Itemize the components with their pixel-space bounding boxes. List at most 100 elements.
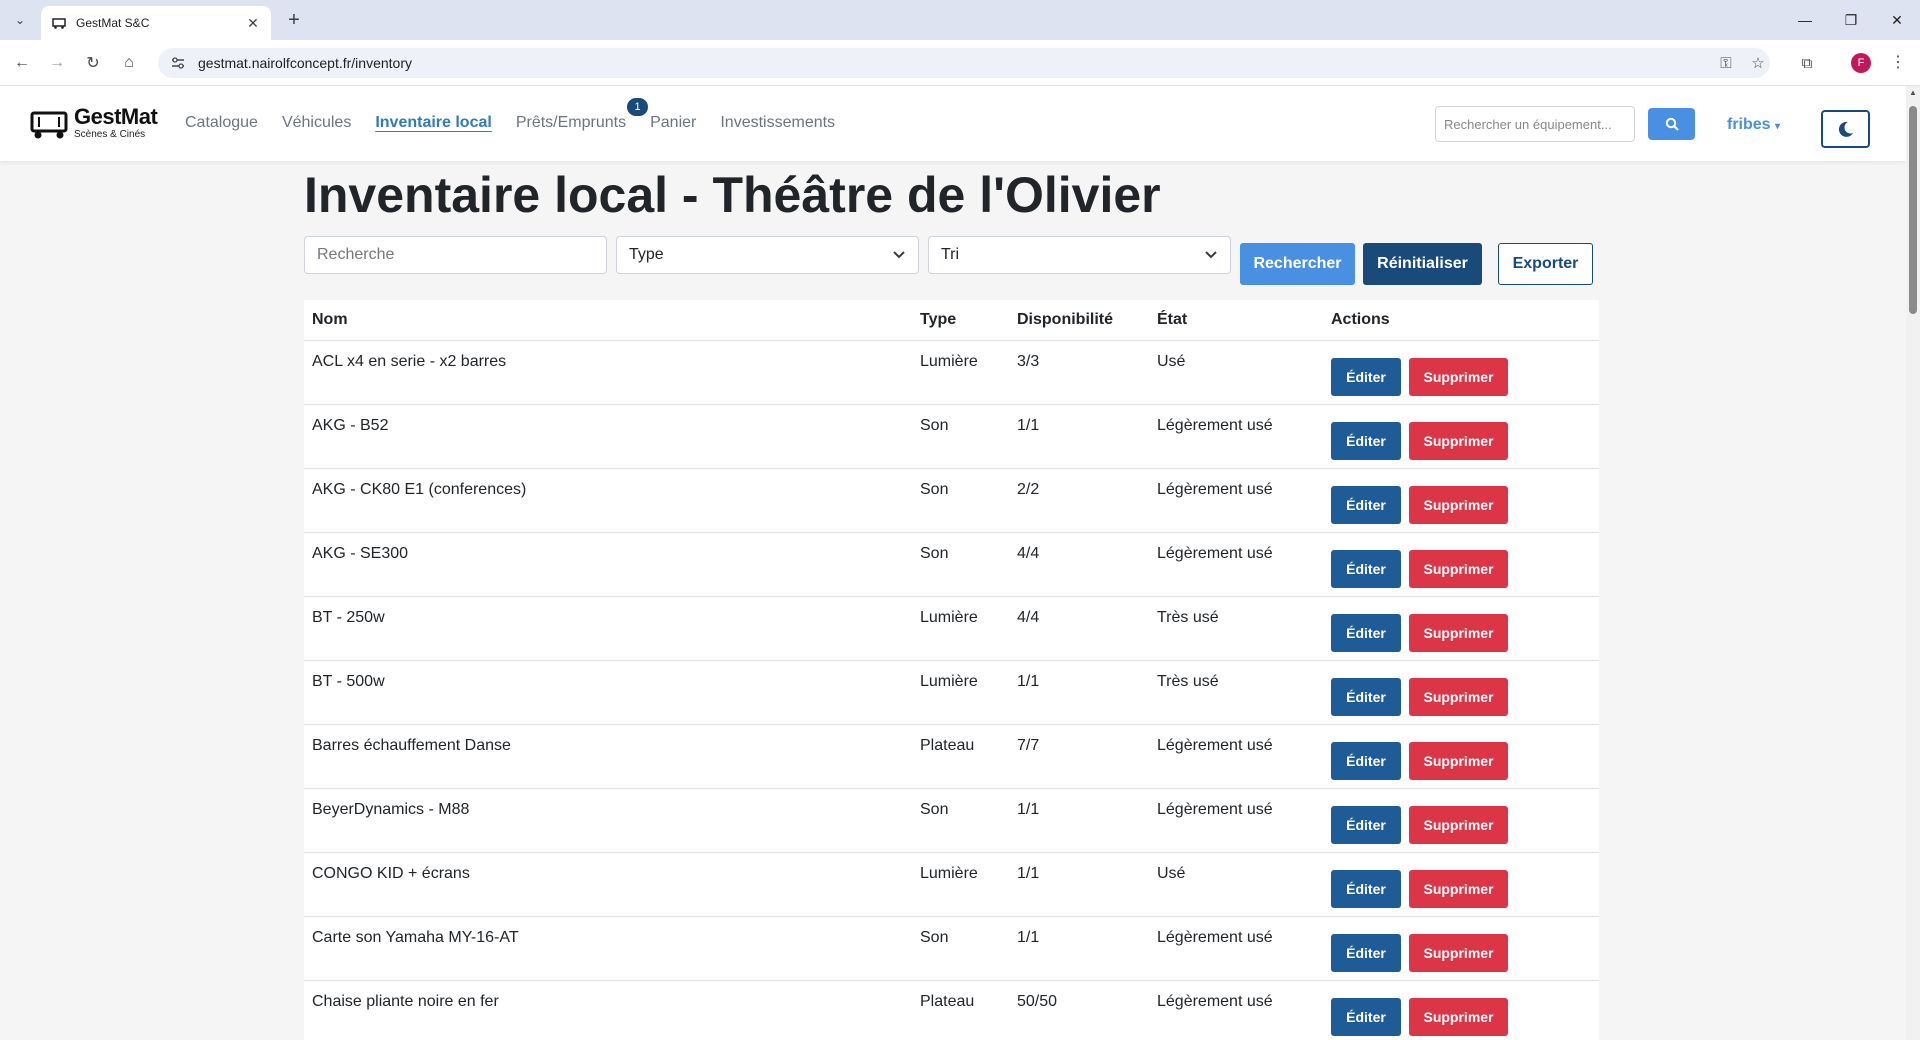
cell-nom: CONGO KID + écrans [312, 865, 470, 882]
new-tab-icon[interactable]: + [282, 8, 306, 32]
tab-search-icon[interactable]: ⌄ [8, 8, 32, 32]
delete-button[interactable]: Supprimer [1409, 550, 1508, 588]
user-menu[interactable]: fribes ▾ [1727, 116, 1780, 134]
delete-button[interactable]: Supprimer [1409, 678, 1508, 716]
reload-icon[interactable]: ↻ [80, 50, 106, 76]
delete-button[interactable]: Supprimer [1409, 422, 1508, 460]
forward-icon[interactable]: → [44, 50, 70, 76]
edit-button[interactable]: Éditer [1331, 678, 1401, 716]
extensions-icon[interactable]: ⧉ [1794, 50, 1820, 76]
cell-type: Plateau [920, 737, 975, 754]
restore-icon[interactable]: ❐ [1828, 0, 1874, 40]
cell-nom: BeyerDynamics - M88 [312, 801, 470, 818]
cell-actions: Éditer Supprimer [1331, 853, 1599, 916]
edit-button[interactable]: Éditer [1331, 870, 1401, 908]
reset-button[interactable]: Réinitialiser [1363, 243, 1482, 285]
cell-actions: Éditer Supprimer [1331, 661, 1599, 724]
delete-button[interactable]: Supprimer [1409, 806, 1508, 844]
cell-etat: Légèrement usé [1157, 929, 1273, 946]
cell-type: Plateau [920, 993, 975, 1010]
sort-select-value: Tri [941, 246, 960, 263]
edit-button[interactable]: Éditer [1331, 486, 1401, 524]
cell-etat: Usé [1157, 865, 1186, 882]
back-icon[interactable]: ← [9, 50, 35, 76]
tab-title: GestMat S&C [76, 16, 150, 30]
header-etat: État [1157, 311, 1188, 328]
cell-disponibilite: 7/7 [1017, 737, 1040, 754]
minimize-icon[interactable]: — [1782, 0, 1828, 40]
edit-button[interactable]: Éditer [1331, 358, 1401, 396]
theme-toggle-button[interactable] [1821, 110, 1870, 148]
equipment-search-input[interactable]: Rechercher un équipement... [1435, 106, 1635, 142]
nav-vehicules[interactable]: Véhicules [282, 114, 351, 132]
profile-avatar[interactable]: F [1851, 53, 1871, 73]
cell-type: Son [920, 929, 949, 946]
edit-button[interactable]: Éditer [1331, 742, 1401, 780]
nav-investissements[interactable]: Investissements [720, 114, 835, 132]
tab-close-icon[interactable]: ✕ [245, 15, 261, 32]
window-close-icon[interactable]: ✕ [1874, 0, 1920, 40]
cell-actions: Éditer Supprimer [1331, 597, 1599, 660]
chevron-down-icon [893, 251, 905, 259]
cell-etat: Légèrement usé [1157, 993, 1273, 1010]
main-nav: Catalogue Véhicules Inventaire local Prê… [185, 98, 859, 132]
site-navbar: GestMat Scènes & Cinés Catalogue Véhicul… [0, 86, 1906, 161]
cell-disponibilite: 4/4 [1017, 545, 1040, 562]
delete-button[interactable]: Supprimer [1409, 358, 1508, 396]
nav-prets-emprunts[interactable]: Prêts/Emprunts 1 [516, 98, 649, 132]
inventory-table: Nom Type Disponibilité État Actions ACL … [304, 300, 1599, 1040]
browser-menu-icon[interactable]: ⋮ [1890, 52, 1906, 74]
cell-actions: Éditer Supprimer [1331, 469, 1599, 532]
address-bar[interactable]: gestmat.nairolfconcept.fr/inventory [158, 48, 1770, 78]
nav-inventaire-local[interactable]: Inventaire local [375, 114, 492, 132]
truck-logo-icon [30, 111, 68, 139]
delete-button[interactable]: Supprimer [1409, 614, 1508, 652]
search-icon [1665, 117, 1679, 131]
caret-down-icon: ▾ [1775, 121, 1781, 132]
site-logo[interactable]: GestMat Scènes & Cinés [30, 104, 158, 142]
table-row: AKG - SE300 Son 4/4 Légèrement usé Édite… [304, 533, 1599, 597]
nav-panier[interactable]: Panier [650, 114, 696, 132]
type-select[interactable]: Type [616, 236, 919, 274]
table-row: Carte son Yamaha MY-16-AT Son 1/1 Légère… [304, 917, 1599, 981]
cell-actions: Éditer Supprimer [1331, 341, 1599, 404]
delete-button[interactable]: Supprimer [1409, 742, 1508, 780]
nav-catalogue[interactable]: Catalogue [185, 114, 258, 132]
home-icon[interactable]: ⌂ [116, 50, 142, 76]
key-icon[interactable]: ⚿ [1713, 50, 1739, 76]
edit-button[interactable]: Éditer [1331, 614, 1401, 652]
cell-actions: Éditer Supprimer [1331, 725, 1599, 788]
search-button[interactable]: Rechercher [1240, 243, 1355, 285]
edit-button[interactable]: Éditer [1331, 998, 1401, 1036]
delete-button[interactable]: Supprimer [1409, 934, 1508, 972]
browser-tab[interactable]: GestMat S&C ✕ [41, 6, 271, 40]
table-row: CONGO KID + écrans Lumière 1/1 Usé Édite… [304, 853, 1599, 917]
edit-button[interactable]: Éditer [1331, 550, 1401, 588]
cell-disponibilite: 1/1 [1017, 929, 1040, 946]
site-info-icon[interactable] [170, 55, 186, 71]
moon-icon [1838, 121, 1853, 137]
chevron-down-icon [1205, 251, 1217, 259]
delete-button[interactable]: Supprimer [1409, 998, 1508, 1036]
sort-select[interactable]: Tri [928, 236, 1231, 274]
page-scrollbar[interactable]: ▲ [1906, 86, 1920, 1040]
cell-type: Son [920, 545, 949, 562]
edit-button[interactable]: Éditer [1331, 934, 1401, 972]
delete-button[interactable]: Supprimer [1409, 870, 1508, 908]
bookmark-star-icon[interactable]: ☆ [1745, 50, 1771, 76]
edit-button[interactable]: Éditer [1331, 806, 1401, 844]
inventory-search-input[interactable]: Recherche [304, 236, 607, 274]
scroll-thumb[interactable] [1909, 106, 1917, 314]
cell-actions: Éditer Supprimer [1331, 405, 1599, 468]
header-disponibilite: Disponibilité [1017, 311, 1113, 328]
cell-actions: Éditer Supprimer [1331, 789, 1599, 852]
cell-etat: Légèrement usé [1157, 801, 1273, 818]
scroll-up-icon[interactable]: ▲ [1906, 86, 1920, 100]
delete-button[interactable]: Supprimer [1409, 486, 1508, 524]
cell-type: Lumière [920, 353, 978, 370]
edit-button[interactable]: Éditer [1331, 422, 1401, 460]
cell-nom: AKG - CK80 E1 (conferences) [312, 481, 527, 498]
equipment-search-button[interactable] [1648, 108, 1695, 140]
export-button[interactable]: Exporter [1498, 243, 1593, 285]
cell-etat: Usé [1157, 353, 1186, 370]
